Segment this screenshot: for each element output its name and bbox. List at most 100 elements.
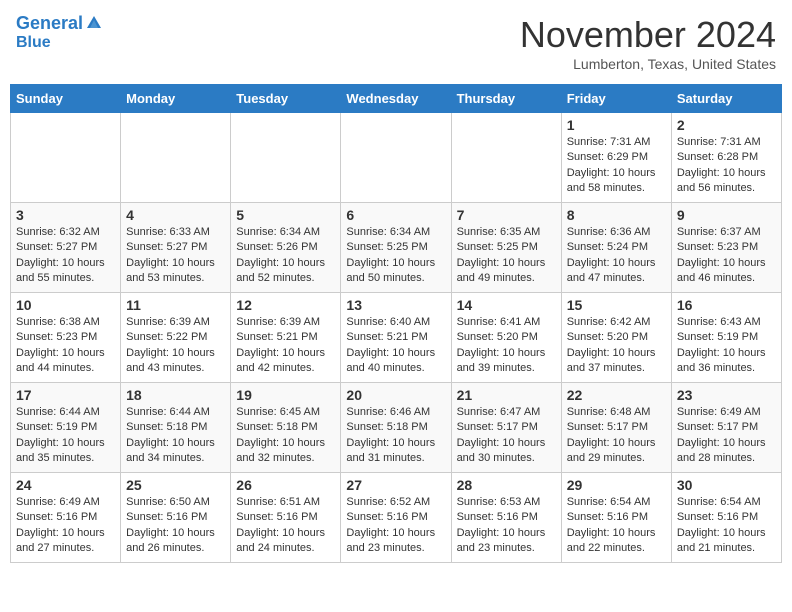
day-info: Sunrise: 6:41 AM: [457, 315, 556, 330]
day-number: 11: [126, 297, 225, 313]
day-info: Daylight: 10 hours: [126, 526, 225, 541]
day-info: Sunset: 5:18 PM: [126, 420, 225, 435]
day-info: Sunrise: 6:52 AM: [346, 495, 445, 510]
day-cell: 22Sunrise: 6:48 AMSunset: 5:17 PMDayligh…: [561, 383, 671, 473]
day-info: Sunset: 5:16 PM: [346, 510, 445, 525]
day-info: Sunset: 5:27 PM: [126, 240, 225, 255]
day-number: 27: [346, 477, 445, 493]
day-info: Sunrise: 6:51 AM: [236, 495, 335, 510]
day-cell: 2Sunrise: 7:31 AMSunset: 6:28 PMDaylight…: [671, 113, 781, 203]
day-info: Sunrise: 6:48 AM: [567, 405, 666, 420]
day-number: 3: [16, 207, 115, 223]
calendar-table: SundayMondayTuesdayWednesdayThursdayFrid…: [10, 84, 782, 563]
day-info: Sunrise: 6:37 AM: [677, 225, 776, 240]
col-header-thursday: Thursday: [451, 85, 561, 113]
day-info: Sunset: 5:19 PM: [16, 420, 115, 435]
day-cell: 8Sunrise: 6:36 AMSunset: 5:24 PMDaylight…: [561, 203, 671, 293]
day-info: Sunrise: 6:34 AM: [236, 225, 335, 240]
day-info: Sunrise: 6:42 AM: [567, 315, 666, 330]
day-info: Daylight: 10 hours: [346, 436, 445, 451]
day-info: Daylight: 10 hours: [126, 436, 225, 451]
day-cell: 12Sunrise: 6:39 AMSunset: 5:21 PMDayligh…: [231, 293, 341, 383]
day-number: 10: [16, 297, 115, 313]
day-info: Sunrise: 6:50 AM: [126, 495, 225, 510]
day-info: Sunset: 5:17 PM: [677, 420, 776, 435]
day-info: and 50 minutes.: [346, 271, 445, 286]
day-info: Sunset: 5:20 PM: [567, 330, 666, 345]
logo-icon: [85, 14, 103, 32]
day-info: and 34 minutes.: [126, 451, 225, 466]
day-info: and 42 minutes.: [236, 361, 335, 376]
day-cell: [121, 113, 231, 203]
day-info: Daylight: 10 hours: [567, 346, 666, 361]
day-info: Daylight: 10 hours: [677, 256, 776, 271]
day-info: and 23 minutes.: [457, 541, 556, 556]
day-info: Sunset: 6:29 PM: [567, 150, 666, 165]
day-number: 17: [16, 387, 115, 403]
day-info: and 36 minutes.: [677, 361, 776, 376]
col-header-sunday: Sunday: [11, 85, 121, 113]
day-info: and 46 minutes.: [677, 271, 776, 286]
day-cell: 3Sunrise: 6:32 AMSunset: 5:27 PMDaylight…: [11, 203, 121, 293]
day-info: Sunrise: 6:43 AM: [677, 315, 776, 330]
day-info: Sunset: 5:16 PM: [567, 510, 666, 525]
logo-text: General: [16, 14, 83, 34]
day-info: Sunset: 5:16 PM: [16, 510, 115, 525]
day-cell: 28Sunrise: 6:53 AMSunset: 5:16 PMDayligh…: [451, 473, 561, 563]
day-number: 29: [567, 477, 666, 493]
day-number: 25: [126, 477, 225, 493]
day-cell: 16Sunrise: 6:43 AMSunset: 5:19 PMDayligh…: [671, 293, 781, 383]
day-info: Sunset: 5:19 PM: [677, 330, 776, 345]
day-info: Sunrise: 6:44 AM: [16, 405, 115, 420]
day-info: Sunset: 5:23 PM: [677, 240, 776, 255]
day-info: Daylight: 10 hours: [457, 436, 556, 451]
day-info: and 21 minutes.: [677, 541, 776, 556]
col-header-monday: Monday: [121, 85, 231, 113]
day-number: 28: [457, 477, 556, 493]
week-row-5: 24Sunrise: 6:49 AMSunset: 5:16 PMDayligh…: [11, 473, 782, 563]
day-info: Sunset: 5:20 PM: [457, 330, 556, 345]
day-cell: 7Sunrise: 6:35 AMSunset: 5:25 PMDaylight…: [451, 203, 561, 293]
logo-blue: Blue: [16, 34, 51, 52]
day-info: and 56 minutes.: [677, 181, 776, 196]
day-info: Sunset: 5:22 PM: [126, 330, 225, 345]
day-number: 12: [236, 297, 335, 313]
day-cell: [341, 113, 451, 203]
day-cell: 25Sunrise: 6:50 AMSunset: 5:16 PMDayligh…: [121, 473, 231, 563]
day-info: and 27 minutes.: [16, 541, 115, 556]
day-info: and 32 minutes.: [236, 451, 335, 466]
day-cell: 5Sunrise: 6:34 AMSunset: 5:26 PMDaylight…: [231, 203, 341, 293]
day-info: Daylight: 10 hours: [236, 256, 335, 271]
week-row-2: 3Sunrise: 6:32 AMSunset: 5:27 PMDaylight…: [11, 203, 782, 293]
day-info: Sunset: 5:21 PM: [346, 330, 445, 345]
col-header-friday: Friday: [561, 85, 671, 113]
day-info: Sunrise: 6:40 AM: [346, 315, 445, 330]
day-info: Daylight: 10 hours: [16, 526, 115, 541]
day-info: Sunset: 5:25 PM: [457, 240, 556, 255]
day-cell: 21Sunrise: 6:47 AMSunset: 5:17 PMDayligh…: [451, 383, 561, 473]
day-info: and 43 minutes.: [126, 361, 225, 376]
day-info: and 29 minutes.: [567, 451, 666, 466]
day-info: and 31 minutes.: [346, 451, 445, 466]
day-cell: 19Sunrise: 6:45 AMSunset: 5:18 PMDayligh…: [231, 383, 341, 473]
day-number: 19: [236, 387, 335, 403]
day-number: 13: [346, 297, 445, 313]
day-info: Sunrise: 6:36 AM: [567, 225, 666, 240]
day-info: Daylight: 10 hours: [236, 436, 335, 451]
day-info: Sunset: 5:27 PM: [16, 240, 115, 255]
day-info: Daylight: 10 hours: [677, 166, 776, 181]
day-info: and 35 minutes.: [16, 451, 115, 466]
day-info: and 22 minutes.: [567, 541, 666, 556]
day-info: Daylight: 10 hours: [677, 346, 776, 361]
day-cell: 29Sunrise: 6:54 AMSunset: 5:16 PMDayligh…: [561, 473, 671, 563]
day-info: Sunset: 5:16 PM: [236, 510, 335, 525]
day-number: 26: [236, 477, 335, 493]
day-number: 7: [457, 207, 556, 223]
day-cell: 17Sunrise: 6:44 AMSunset: 5:19 PMDayligh…: [11, 383, 121, 473]
day-cell: 18Sunrise: 6:44 AMSunset: 5:18 PMDayligh…: [121, 383, 231, 473]
day-info: Daylight: 10 hours: [567, 256, 666, 271]
day-number: 18: [126, 387, 225, 403]
day-info: Daylight: 10 hours: [16, 256, 115, 271]
day-info: Daylight: 10 hours: [567, 436, 666, 451]
day-info: Sunset: 6:28 PM: [677, 150, 776, 165]
